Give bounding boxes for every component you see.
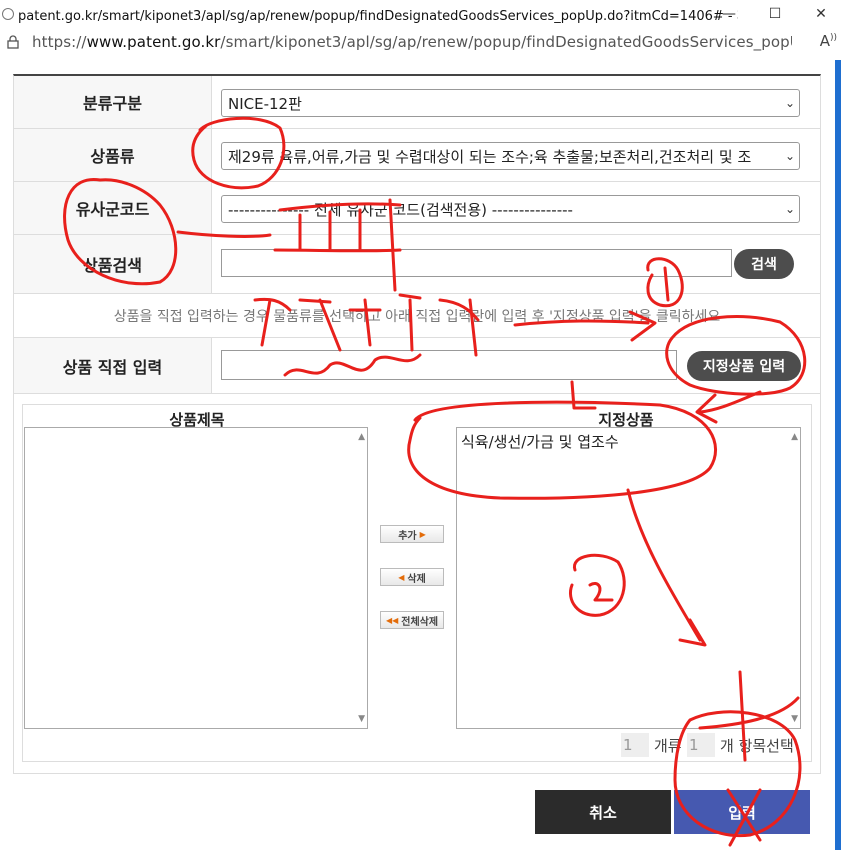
class-count-unit: 개류: [654, 737, 682, 755]
goods-class-label: 상품류: [14, 129, 212, 181]
row-class: 분류구분 NICE-12판 ⌄: [14, 76, 820, 129]
class-select[interactable]: NICE-12판 ⌄: [221, 89, 800, 117]
designated-goods-list[interactable]: 식육/생선/가금 및 엽조수 ▲ ▼: [456, 427, 801, 729]
read-aloud-icon[interactable]: A)): [820, 32, 837, 50]
delete-all-button-label: 전체삭제: [401, 616, 439, 628]
designated-goods-input-button[interactable]: 지정상품 입력: [687, 351, 801, 381]
url-host: www.patent.go.kr: [86, 33, 221, 51]
address-bar[interactable]: https://www.patent.go.kr/smart/kiponet3/…: [0, 28, 841, 56]
delete-all-button[interactable]: ◀◀ 전체삭제: [380, 611, 444, 629]
window-titlebar: patent.go.kr/smart/kiponet3/apl/sg/ap/re…: [0, 0, 841, 28]
submit-button[interactable]: 입력: [674, 790, 810, 834]
goods-lists: 상품제목 ▲ ▼ 추가 ▶ ◀ 삭제 ◀◀ 전체삭제 지정상품 식육/생선/가금 및 …: [22, 404, 812, 762]
close-window-button[interactable]: ✕: [798, 0, 841, 28]
class-select-value: NICE-12판: [228, 94, 302, 113]
arrow-right-icon: ▶: [419, 529, 426, 539]
similar-code-select[interactable]: --------------- 전체 유사군 코드(검색전용) --------…: [221, 195, 800, 223]
chevron-down-icon: ⌄: [780, 96, 795, 110]
search-label: 상품검색: [14, 235, 212, 293]
arrow-left-icon: ◀: [398, 572, 405, 582]
direct-input-hint: 상품을 직접 입력하는 경우 물품류를 선택하고 아래 직접 입력란에 입력 후…: [14, 294, 820, 338]
double-arrow-left-icon: ◀◀: [385, 615, 399, 625]
item-count-box: 1: [687, 733, 715, 757]
goods-form-panel: 분류구분 NICE-12판 ⌄ 상품류 제29류 육류,어류,가금 및 수렵대상…: [13, 74, 821, 774]
url-path: /smart/kiponet3/apl/sg/ap/renew/popup/fi…: [220, 33, 792, 51]
url-text[interactable]: https://www.patent.go.kr/smart/kiponet3/…: [32, 33, 792, 51]
delete-button-label: 삭제: [407, 573, 426, 585]
goods-class-select-value: 제29류 육류,어류,가금 및 수렵대상이 되는 조수;육 추출물;보존처리,건…: [228, 147, 752, 166]
direct-input-label: 상품 직접 입력: [14, 338, 212, 393]
row-goods-class: 상품류 제29류 육류,어류,가금 및 수렵대상이 되는 조수;육 추출물;보존…: [14, 129, 820, 182]
chevron-down-icon: ⌄: [780, 149, 795, 163]
scroll-up-icon[interactable]: ▲: [358, 432, 365, 442]
add-button[interactable]: 추가 ▶: [380, 525, 444, 543]
url-prefix: https://: [32, 33, 87, 51]
goods-class-select[interactable]: 제29류 육류,어류,가금 및 수렵대상이 되는 조수;육 추출물;보존처리,건…: [221, 142, 800, 170]
direct-input-field[interactable]: [221, 350, 677, 380]
goods-title-list[interactable]: ▲ ▼: [24, 427, 368, 729]
search-input[interactable]: [221, 249, 732, 277]
lock-icon[interactable]: [6, 35, 20, 49]
item-count-unit: 개 항목선택: [720, 737, 794, 755]
similar-code-label: 유사군코드: [14, 182, 212, 234]
delete-button[interactable]: ◀ 삭제: [380, 568, 444, 586]
minimize-button[interactable]: —: [706, 0, 752, 28]
class-label: 분류구분: [14, 76, 212, 128]
scroll-down-icon[interactable]: ▼: [791, 714, 798, 724]
page-scrollbar[interactable]: [835, 60, 841, 850]
search-button[interactable]: 검색: [734, 249, 794, 279]
row-direct-input: 상품 직접 입력 지정상품 입력: [14, 338, 820, 394]
class-count-box: 1: [621, 733, 649, 757]
maximize-button[interactable]: ☐: [752, 0, 798, 28]
similar-code-select-value: --------------- 전체 유사군 코드(검색전용) --------…: [228, 200, 573, 219]
cancel-button[interactable]: 취소: [535, 790, 671, 834]
page-scrollbar-thumb[interactable]: [835, 60, 841, 850]
window-title: patent.go.kr/smart/kiponet3/apl/sg/ap/re…: [18, 8, 738, 24]
add-button-label: 추가: [398, 530, 417, 542]
row-similar-code: 유사군코드 --------------- 전체 유사군 코드(검색전용) --…: [14, 182, 820, 235]
list-item[interactable]: 식육/생선/가금 및 엽조수: [457, 428, 800, 455]
scroll-down-icon[interactable]: ▼: [358, 714, 365, 724]
globe-icon: [2, 8, 14, 20]
row-search: 상품검색 검색: [14, 235, 820, 294]
chevron-down-icon: ⌄: [780, 202, 795, 216]
scroll-up-icon[interactable]: ▲: [791, 432, 798, 442]
